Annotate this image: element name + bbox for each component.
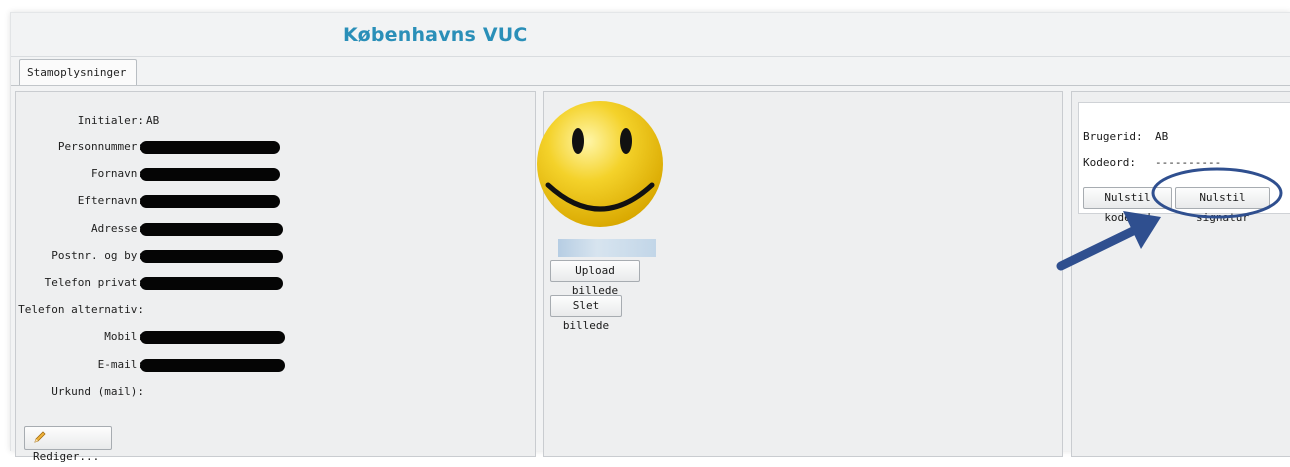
smiley-face-icon xyxy=(537,101,663,227)
field-row-initialer: Initialer: AB xyxy=(16,114,516,130)
field-label: Postnr. og by: xyxy=(51,249,144,262)
field-row-efternavn: Efternavn: xyxy=(16,194,516,210)
redaction-mark xyxy=(140,223,283,236)
page-title: Københavns VUC xyxy=(343,24,528,46)
redaction-mark xyxy=(140,141,280,154)
field-label: E-mail: xyxy=(97,358,144,371)
field-value-initialer: AB xyxy=(146,114,160,127)
field-row-telefon-alternativ: Telefon alternativ: xyxy=(16,303,516,319)
redaction-mark xyxy=(140,331,285,344)
tab-stamoplysninger[interactable]: Stamoplysninger xyxy=(19,59,137,85)
field-label: Fornavn: xyxy=(91,167,144,180)
account-panel: Brugerid: AB Kodeord: ---------- Nulstil… xyxy=(1071,91,1290,457)
redaction-mark xyxy=(140,359,285,372)
field-row-personnummer: Personnummer: xyxy=(16,140,516,156)
field-row-telefon-privat: Telefon privat: xyxy=(16,276,516,292)
edit-button[interactable]: Rediger... xyxy=(24,426,112,463)
header-divider xyxy=(11,56,1290,57)
field-row-urkund: Urkund (mail): xyxy=(16,385,516,401)
redaction-mark xyxy=(140,195,280,208)
profile-photo-thumbnail xyxy=(558,239,656,257)
password-label: Kodeord: xyxy=(1083,156,1136,169)
field-label: Personnummer: xyxy=(57,140,144,153)
userid-value: AB xyxy=(1155,130,1169,143)
field-label: Telefon alternativ: xyxy=(18,303,144,316)
field-row-mobil: Mobil: xyxy=(16,330,516,346)
field-label: Efternavn: xyxy=(77,194,144,207)
field-label: Urkund (mail): xyxy=(51,385,144,398)
upload-photo-button[interactable]: Upload billede xyxy=(550,260,640,297)
tab-strip-divider xyxy=(11,85,1290,86)
field-row-fornavn: Fornavn: xyxy=(16,167,516,183)
highlight-ellipse xyxy=(1151,167,1283,219)
delete-photo-button[interactable]: Slet billede xyxy=(550,295,622,332)
redaction-mark xyxy=(140,277,283,290)
field-row-email: E-mail: xyxy=(16,358,516,374)
field-label: Adresse: xyxy=(91,222,144,235)
redaction-mark xyxy=(140,168,280,181)
field-label: Mobil: xyxy=(104,330,144,343)
pencil-icon xyxy=(34,431,46,443)
field-label: Initialer: xyxy=(77,114,144,127)
field-row-adresse: Adresse: xyxy=(16,222,516,238)
userid-label: Brugerid: xyxy=(1083,130,1143,143)
field-row-postnr-by: Postnr. og by: xyxy=(16,249,516,265)
field-label: Telefon privat: xyxy=(44,276,144,289)
redaction-mark xyxy=(140,250,283,263)
profile-panel: Initialer: AB Personnummer: Fornavn: Eft… xyxy=(15,91,536,463)
arrow-icon xyxy=(1056,211,1161,271)
edit-button-label: Rediger... xyxy=(33,450,100,463)
